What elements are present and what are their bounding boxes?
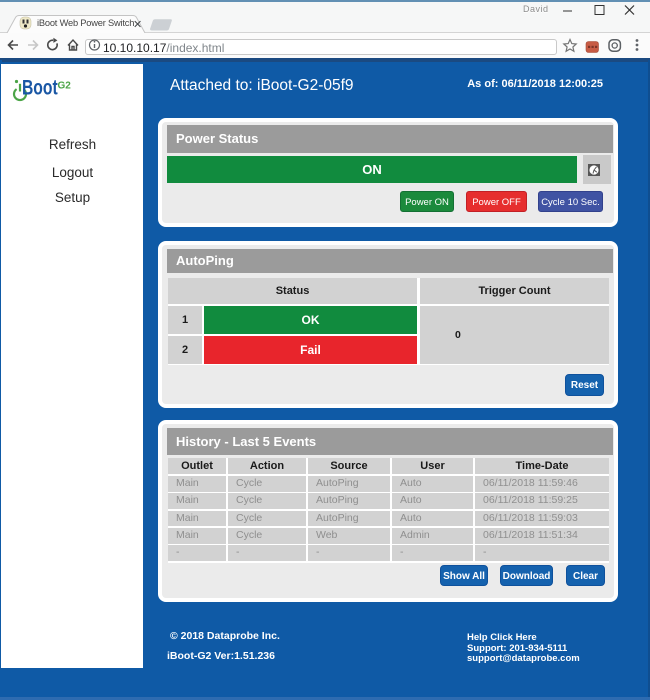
svg-text:Boot: Boot [22, 75, 58, 99]
svg-text:G2: G2 [58, 81, 72, 92]
